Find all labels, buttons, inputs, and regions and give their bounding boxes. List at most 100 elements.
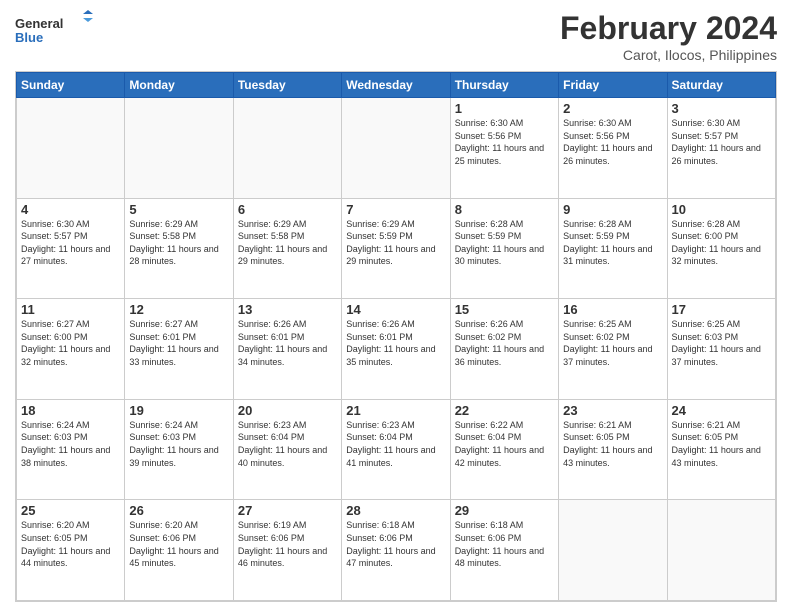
day-number: 15 [455, 302, 554, 317]
day-number: 12 [129, 302, 228, 317]
day-info: Sunrise: 6:21 AMSunset: 6:05 PMDaylight:… [672, 419, 771, 469]
day-info: Sunrise: 6:30 AMSunset: 5:57 PMDaylight:… [21, 218, 120, 268]
day-cell [233, 98, 341, 199]
day-cell: 12Sunrise: 6:27 AMSunset: 6:01 PMDayligh… [125, 299, 233, 400]
day-info: Sunrise: 6:25 AMSunset: 6:02 PMDaylight:… [563, 318, 662, 368]
header-cell-thursday: Thursday [450, 73, 558, 98]
page: General Blue February 2024 Carot, Ilocos… [0, 0, 792, 612]
day-info: Sunrise: 6:23 AMSunset: 6:04 PMDaylight:… [346, 419, 445, 469]
header: General Blue February 2024 Carot, Ilocos… [15, 10, 777, 63]
day-number: 26 [129, 503, 228, 518]
day-info: Sunrise: 6:24 AMSunset: 6:03 PMDaylight:… [21, 419, 120, 469]
day-cell: 19Sunrise: 6:24 AMSunset: 6:03 PMDayligh… [125, 399, 233, 500]
main-title: February 2024 [560, 10, 777, 47]
day-number: 10 [672, 202, 771, 217]
day-info: Sunrise: 6:30 AMSunset: 5:56 PMDaylight:… [455, 117, 554, 167]
week-row-1: 1Sunrise: 6:30 AMSunset: 5:56 PMDaylight… [17, 98, 776, 199]
day-info: Sunrise: 6:29 AMSunset: 5:59 PMDaylight:… [346, 218, 445, 268]
day-number: 18 [21, 403, 120, 418]
day-cell [17, 98, 125, 199]
day-number: 27 [238, 503, 337, 518]
day-number: 11 [21, 302, 120, 317]
day-info: Sunrise: 6:26 AMSunset: 6:02 PMDaylight:… [455, 318, 554, 368]
day-cell: 29Sunrise: 6:18 AMSunset: 6:06 PMDayligh… [450, 500, 558, 601]
week-row-3: 11Sunrise: 6:27 AMSunset: 6:00 PMDayligh… [17, 299, 776, 400]
day-cell: 18Sunrise: 6:24 AMSunset: 6:03 PMDayligh… [17, 399, 125, 500]
header-cell-tuesday: Tuesday [233, 73, 341, 98]
day-cell: 1Sunrise: 6:30 AMSunset: 5:56 PMDaylight… [450, 98, 558, 199]
day-info: Sunrise: 6:20 AMSunset: 6:05 PMDaylight:… [21, 519, 120, 569]
day-info: Sunrise: 6:20 AMSunset: 6:06 PMDaylight:… [129, 519, 228, 569]
day-info: Sunrise: 6:28 AMSunset: 6:00 PMDaylight:… [672, 218, 771, 268]
day-cell: 17Sunrise: 6:25 AMSunset: 6:03 PMDayligh… [667, 299, 775, 400]
day-cell: 13Sunrise: 6:26 AMSunset: 6:01 PMDayligh… [233, 299, 341, 400]
day-number: 14 [346, 302, 445, 317]
header-cell-wednesday: Wednesday [342, 73, 450, 98]
day-cell: 8Sunrise: 6:28 AMSunset: 5:59 PMDaylight… [450, 198, 558, 299]
day-info: Sunrise: 6:29 AMSunset: 5:58 PMDaylight:… [129, 218, 228, 268]
calendar-header: SundayMondayTuesdayWednesdayThursdayFrid… [17, 73, 776, 98]
day-cell: 15Sunrise: 6:26 AMSunset: 6:02 PMDayligh… [450, 299, 558, 400]
day-cell: 26Sunrise: 6:20 AMSunset: 6:06 PMDayligh… [125, 500, 233, 601]
day-cell: 3Sunrise: 6:30 AMSunset: 5:57 PMDaylight… [667, 98, 775, 199]
day-cell: 25Sunrise: 6:20 AMSunset: 6:05 PMDayligh… [17, 500, 125, 601]
day-number: 16 [563, 302, 662, 317]
day-info: Sunrise: 6:30 AMSunset: 5:56 PMDaylight:… [563, 117, 662, 167]
day-cell: 16Sunrise: 6:25 AMSunset: 6:02 PMDayligh… [559, 299, 667, 400]
calendar-table: SundayMondayTuesdayWednesdayThursdayFrid… [16, 72, 776, 601]
day-number: 2 [563, 101, 662, 116]
day-number: 1 [455, 101, 554, 116]
day-info: Sunrise: 6:27 AMSunset: 6:01 PMDaylight:… [129, 318, 228, 368]
day-number: 25 [21, 503, 120, 518]
day-number: 20 [238, 403, 337, 418]
week-row-4: 18Sunrise: 6:24 AMSunset: 6:03 PMDayligh… [17, 399, 776, 500]
day-cell: 20Sunrise: 6:23 AMSunset: 6:04 PMDayligh… [233, 399, 341, 500]
day-info: Sunrise: 6:29 AMSunset: 5:58 PMDaylight:… [238, 218, 337, 268]
day-number: 9 [563, 202, 662, 217]
day-cell: 21Sunrise: 6:23 AMSunset: 6:04 PMDayligh… [342, 399, 450, 500]
header-cell-sunday: Sunday [17, 73, 125, 98]
logo-svg: General Blue [15, 10, 95, 50]
day-cell: 4Sunrise: 6:30 AMSunset: 5:57 PMDaylight… [17, 198, 125, 299]
day-number: 8 [455, 202, 554, 217]
day-cell [342, 98, 450, 199]
day-cell [125, 98, 233, 199]
day-info: Sunrise: 6:22 AMSunset: 6:04 PMDaylight:… [455, 419, 554, 469]
day-info: Sunrise: 6:21 AMSunset: 6:05 PMDaylight:… [563, 419, 662, 469]
day-number: 17 [672, 302, 771, 317]
day-info: Sunrise: 6:30 AMSunset: 5:57 PMDaylight:… [672, 117, 771, 167]
day-info: Sunrise: 6:28 AMSunset: 5:59 PMDaylight:… [563, 218, 662, 268]
week-row-5: 25Sunrise: 6:20 AMSunset: 6:05 PMDayligh… [17, 500, 776, 601]
day-cell [667, 500, 775, 601]
week-row-2: 4Sunrise: 6:30 AMSunset: 5:57 PMDaylight… [17, 198, 776, 299]
day-cell: 6Sunrise: 6:29 AMSunset: 5:58 PMDaylight… [233, 198, 341, 299]
day-cell: 22Sunrise: 6:22 AMSunset: 6:04 PMDayligh… [450, 399, 558, 500]
day-info: Sunrise: 6:19 AMSunset: 6:06 PMDaylight:… [238, 519, 337, 569]
day-info: Sunrise: 6:24 AMSunset: 6:03 PMDaylight:… [129, 419, 228, 469]
day-info: Sunrise: 6:25 AMSunset: 6:03 PMDaylight:… [672, 318, 771, 368]
day-number: 13 [238, 302, 337, 317]
day-cell: 7Sunrise: 6:29 AMSunset: 5:59 PMDaylight… [342, 198, 450, 299]
day-cell: 24Sunrise: 6:21 AMSunset: 6:05 PMDayligh… [667, 399, 775, 500]
day-cell: 14Sunrise: 6:26 AMSunset: 6:01 PMDayligh… [342, 299, 450, 400]
day-cell: 2Sunrise: 6:30 AMSunset: 5:56 PMDaylight… [559, 98, 667, 199]
day-number: 23 [563, 403, 662, 418]
day-number: 28 [346, 503, 445, 518]
calendar: SundayMondayTuesdayWednesdayThursdayFrid… [15, 71, 777, 602]
day-number: 4 [21, 202, 120, 217]
day-number: 5 [129, 202, 228, 217]
day-cell: 23Sunrise: 6:21 AMSunset: 6:05 PMDayligh… [559, 399, 667, 500]
header-cell-friday: Friday [559, 73, 667, 98]
day-cell: 11Sunrise: 6:27 AMSunset: 6:00 PMDayligh… [17, 299, 125, 400]
day-info: Sunrise: 6:18 AMSunset: 6:06 PMDaylight:… [455, 519, 554, 569]
day-info: Sunrise: 6:18 AMSunset: 6:06 PMDaylight:… [346, 519, 445, 569]
title-block: February 2024 Carot, Ilocos, Philippines [560, 10, 777, 63]
day-cell: 5Sunrise: 6:29 AMSunset: 5:58 PMDaylight… [125, 198, 233, 299]
day-info: Sunrise: 6:26 AMSunset: 6:01 PMDaylight:… [346, 318, 445, 368]
day-number: 29 [455, 503, 554, 518]
subtitle: Carot, Ilocos, Philippines [560, 47, 777, 63]
day-number: 3 [672, 101, 771, 116]
calendar-body: 1Sunrise: 6:30 AMSunset: 5:56 PMDaylight… [17, 98, 776, 601]
day-number: 7 [346, 202, 445, 217]
header-row: SundayMondayTuesdayWednesdayThursdayFrid… [17, 73, 776, 98]
